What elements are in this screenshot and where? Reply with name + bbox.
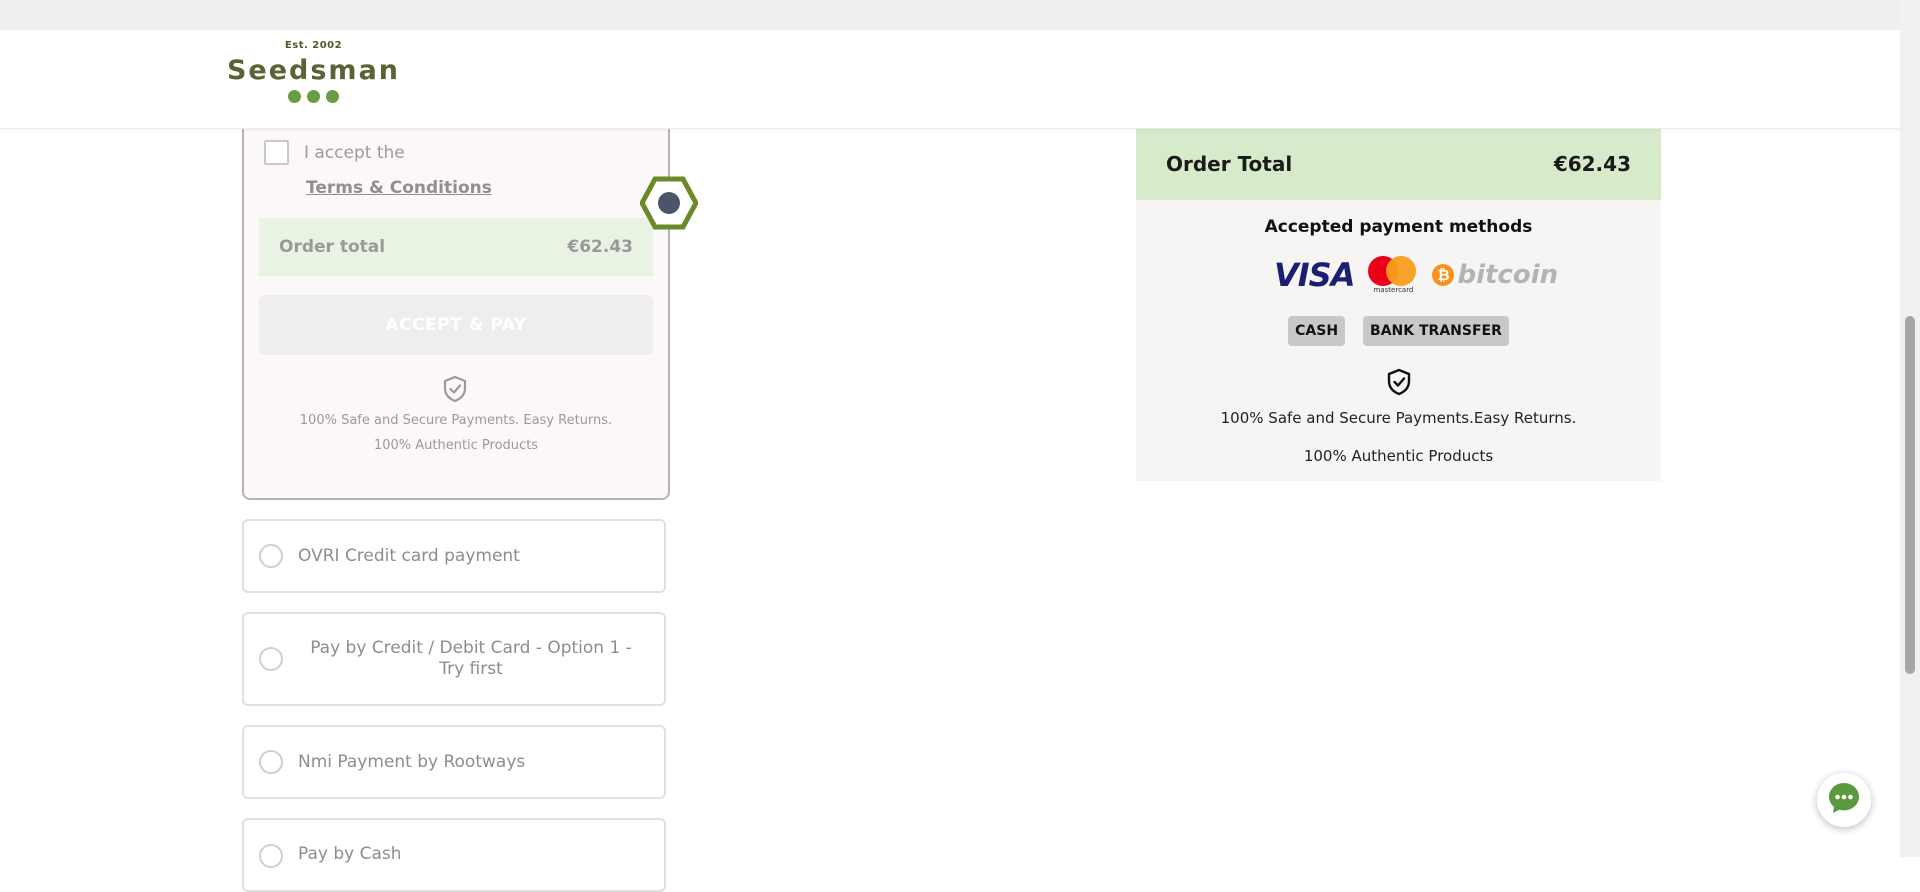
- payment-option-ovri[interactable]: OVRI Credit card payment: [242, 519, 666, 593]
- browser-top-strip: [0, 0, 1900, 30]
- payment-option-label: Pay by Cash: [298, 844, 402, 864]
- accept-terms-label: I accept the: [304, 142, 405, 163]
- seedsman-logo[interactable]: Est. 2002 Seedsman: [226, 40, 401, 120]
- accepted-payments-box: Accepted payment methods VISA mastercard…: [1136, 200, 1661, 481]
- logo-dots: [226, 90, 401, 103]
- payment-option-label: Nmi Payment by Rootways: [298, 752, 526, 772]
- payment-radio[interactable]: [259, 544, 283, 568]
- terms-conditions-link[interactable]: Terms & Conditions: [306, 178, 492, 198]
- summary-order-total-value: €62.43: [1553, 152, 1631, 176]
- payment-option-card-option1[interactable]: Pay by Credit / Debit Card - Option 1 - …: [242, 612, 666, 706]
- payment-radio[interactable]: [259, 844, 283, 868]
- bitcoin-text: bitcoin: [1457, 260, 1559, 290]
- payment-radio[interactable]: [259, 647, 283, 671]
- logo-brand-text: Seedsman: [226, 55, 401, 86]
- site-header: Est. 2002 Seedsman: [0, 30, 1900, 129]
- cursor-marker-icon: [639, 176, 699, 234]
- cash-tag: CASH: [1288, 316, 1346, 346]
- summary-order-total-label: Order Total: [1166, 152, 1293, 176]
- payment-option-label: Pay by Credit / Debit Card - Option 1 - …: [310, 638, 632, 679]
- bank-transfer-tag: BANK TRANSFER: [1363, 316, 1509, 346]
- terms-checkbox[interactable]: [264, 140, 289, 165]
- summary-order-total: Order Total €62.43: [1136, 128, 1661, 200]
- payment-tags: CASH BANK TRANSFER: [1136, 316, 1661, 346]
- mastercard-text: mastercard: [1373, 286, 1414, 294]
- payment-option-label: OVRI Credit card payment: [298, 546, 520, 566]
- selected-payment-card: I accept the Terms & Conditions Order to…: [242, 100, 670, 500]
- payment-logos: VISA mastercard ₿ bitcoin: [1274, 256, 1558, 294]
- checkout-order-total-label: Order total: [279, 237, 386, 257]
- chat-icon: [1827, 781, 1861, 819]
- secure-payments-text: 100% Safe and Secure Payments. Easy Retu…: [299, 413, 613, 428]
- payment-option-nmi[interactable]: Nmi Payment by Rootways: [242, 725, 666, 799]
- summary-secure-text: 100% Safe and Secure Payments.Easy Retur…: [1220, 409, 1577, 427]
- mastercard-logo: mastercard: [1368, 256, 1418, 294]
- authentic-products-text: 100% Authentic Products: [373, 438, 539, 453]
- logo-est-text: Est. 2002: [284, 40, 343, 51]
- chat-button[interactable]: [1817, 773, 1871, 827]
- shield-check-icon: [442, 375, 468, 407]
- scrollbar-thumb[interactable]: [1905, 316, 1915, 674]
- summary-authentic-text: 100% Authentic Products: [1303, 447, 1494, 465]
- bitcoin-icon: ₿: [1432, 264, 1455, 286]
- checkout-order-total-value: €62.43: [567, 237, 633, 257]
- page-scrollbar[interactable]: [1900, 0, 1920, 857]
- bitcoin-logo: ₿ bitcoin: [1432, 260, 1558, 290]
- accepted-payments-title: Accepted payment methods: [1264, 217, 1533, 237]
- terms-accept-row: I accept the: [264, 140, 405, 165]
- payment-option-cash[interactable]: Pay by Cash: [242, 818, 666, 892]
- visa-logo: VISA: [1274, 256, 1355, 294]
- checkout-order-total: Order total €62.43: [259, 218, 653, 276]
- shield-check-icon: [1386, 368, 1412, 400]
- payment-radio[interactable]: [259, 750, 283, 774]
- accept-pay-button[interactable]: ACCEPT & PAY: [259, 295, 653, 355]
